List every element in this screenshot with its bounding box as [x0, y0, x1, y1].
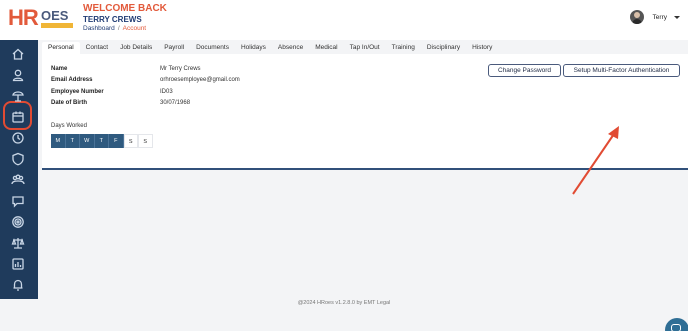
chevron-down-icon — [674, 15, 680, 19]
app-header: HR OES WELCOME BACK TERRY CREWS Dashboar… — [0, 0, 688, 40]
logo-tagline-bar — [41, 23, 73, 28]
bell-icon[interactable] — [9, 276, 27, 294]
tab-holidays[interactable]: Holidays — [235, 42, 272, 54]
day-tuesday: T — [65, 134, 80, 148]
change-password-button[interactable]: Change Password — [488, 64, 561, 77]
chart-icon[interactable] — [9, 255, 27, 273]
footer: @2024 HRoes v1.2.8.0 by EMT Legal — [0, 300, 688, 306]
field-value: orhroesemployee@gmail.com — [160, 77, 240, 83]
tab-tap-in-out[interactable]: Tap In/Out — [344, 42, 386, 54]
days-worked-title: Days Worked — [51, 123, 87, 129]
home-icon[interactable] — [9, 45, 27, 63]
user-icon[interactable] — [9, 66, 27, 84]
personal-details-card: Name Mr Terry Crews Email Address orhroe… — [42, 54, 688, 195]
clock-icon[interactable] — [9, 129, 27, 147]
logo-hr-text: HR — [8, 5, 39, 30]
tab-disciplinary[interactable]: Disciplinary — [421, 42, 466, 54]
field-label: Employee Number — [51, 89, 104, 95]
user-menu-name: Terry — [652, 13, 667, 21]
day-sunday: S — [138, 134, 153, 148]
day-wednesday: W — [80, 134, 95, 148]
tab-contact[interactable]: Contact — [80, 42, 114, 54]
target-icon[interactable] — [9, 213, 27, 231]
day-saturday: S — [123, 134, 138, 148]
tab-training[interactable]: Training — [386, 42, 421, 54]
tab-personal[interactable]: Personal — [42, 42, 80, 54]
field-value: Mr Terry Crews — [160, 66, 201, 72]
profile-tabs: Personal Contact Job Details Payroll Doc… — [42, 42, 498, 54]
calendar-icon[interactable] — [9, 108, 27, 126]
chat-bubble-icon — [671, 324, 681, 331]
breadcrumb-dashboard[interactable]: Dashboard — [83, 25, 115, 32]
hroes-logo[interactable]: HR OES — [8, 7, 74, 29]
tab-history[interactable]: History — [466, 42, 498, 54]
field-value: ID03 — [160, 89, 173, 95]
tab-documents[interactable]: Documents — [190, 42, 235, 54]
user-fullname: TERRY CREWS — [83, 15, 142, 24]
breadcrumb-separator: / — [117, 25, 120, 32]
breadcrumb-account: Account — [122, 25, 147, 32]
day-thursday: T — [94, 134, 109, 148]
breadcrumb: Dashboard / Account — [83, 25, 146, 32]
footer-copyright: @2024 HRoes v1.2.8.0 by EMT Legal — [297, 300, 391, 306]
logo-oes-text: OES — [41, 8, 69, 23]
setup-mfa-button[interactable]: Setup Multi-Factor Authentication — [563, 64, 680, 77]
shield-icon[interactable] — [9, 150, 27, 168]
field-value: 30/07/1968 — [160, 100, 191, 106]
welcome-heading: WELCOME BACK — [83, 3, 167, 14]
user-menu[interactable]: Terry — [629, 10, 680, 24]
chat-widget-button[interactable] — [665, 318, 688, 331]
tab-absence[interactable]: Absence — [272, 42, 309, 54]
chat-icon[interactable] — [9, 192, 27, 210]
team-icon[interactable] — [9, 171, 27, 189]
tab-payroll[interactable]: Payroll — [158, 42, 190, 54]
tab-job-details[interactable]: Job Details — [114, 42, 158, 54]
scales-icon[interactable] — [9, 234, 27, 252]
field-label: Date of Birth — [51, 100, 87, 106]
field-label: Name — [51, 66, 68, 72]
avatar — [629, 10, 644, 24]
field-label: Email Address — [51, 77, 93, 83]
days-worked: M T W T F S S — [51, 134, 153, 148]
day-monday: M — [51, 134, 66, 148]
sun-umbrella-icon[interactable] — [9, 87, 27, 105]
sidebar — [0, 40, 38, 299]
annotation-arrow — [572, 126, 619, 195]
day-friday: F — [109, 134, 124, 148]
tab-medical[interactable]: Medical — [309, 42, 343, 54]
